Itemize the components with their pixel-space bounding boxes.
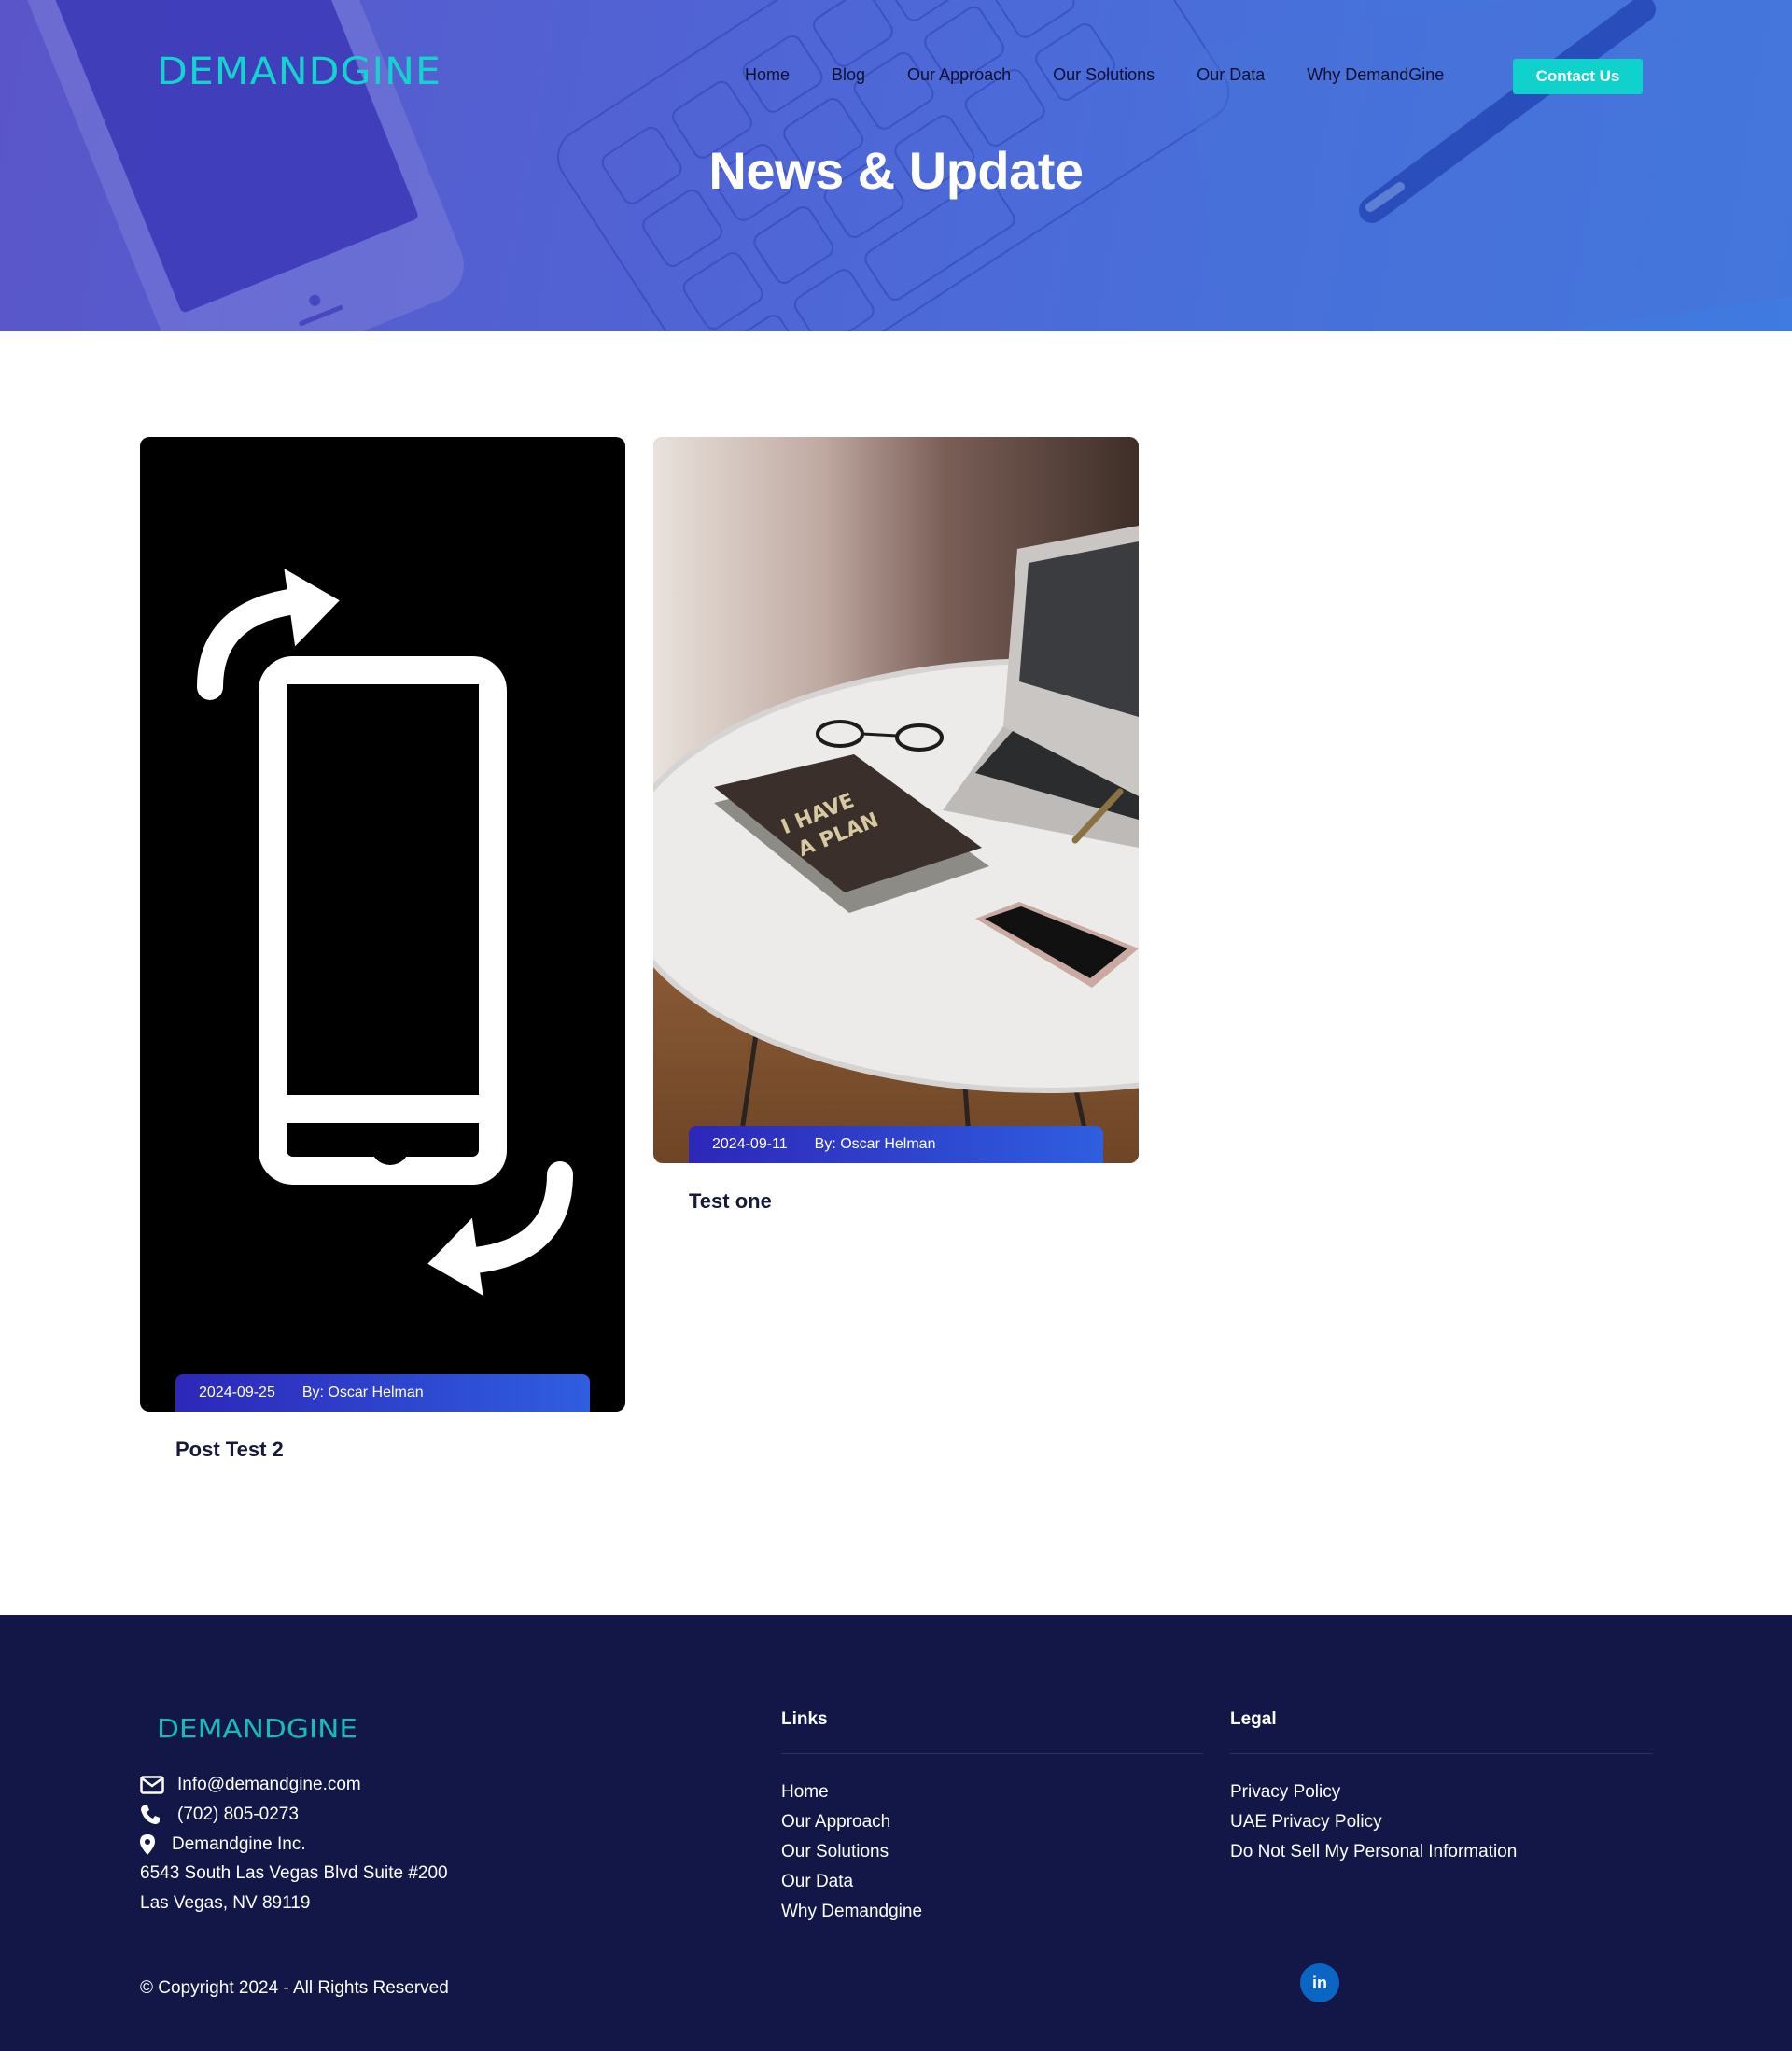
post-thumbnail[interactable] [140, 437, 625, 1412]
footer-address-line-2: Las Vegas, NV 89119 [140, 1893, 311, 1913]
footer-address-line-1: 6543 South Las Vegas Blvd Suite #200 [140, 1863, 448, 1883]
post-author: By: Oscar Helman [814, 1136, 936, 1152]
post-date: 2024-09-11 [712, 1136, 788, 1152]
nav-our-data[interactable]: Our Data [1197, 65, 1265, 85]
main-nav: Home Blog Our Approach Our Solutions Our… [745, 65, 1444, 85]
footer-link-our-solutions[interactable]: Our Solutions [781, 1837, 922, 1867]
phone-rotate-icon [197, 569, 573, 1296]
copyright-text: © Copyright 2024 - All Rights Reserved [140, 1978, 449, 1998]
footer-company: Demandgine Inc. [140, 1833, 306, 1856]
phone-icon [140, 1804, 166, 1826]
linkedin-icon[interactable]: in [1300, 1963, 1339, 2002]
post-card[interactable]: 2024-09-25 By: Oscar Helman Post Test 2 [140, 437, 625, 1464]
svg-text:DEMANDGINE: DEMANDGINE [157, 1714, 357, 1740]
links-divider [781, 1753, 1203, 1754]
legal-heading: Legal [1230, 1709, 1277, 1729]
footer-link-why-demandgine[interactable]: Why Demandgine [781, 1897, 922, 1927]
legal-list: Privacy Policy UAE Privacy Policy Do Not… [1230, 1777, 1517, 1867]
post-meta-bar: 2024-09-11 By: Oscar Helman [689, 1126, 1103, 1163]
envelope-icon [140, 1774, 166, 1796]
demandgine-logo[interactable]: DEMANDGINE [157, 52, 441, 90]
links-heading: Links [781, 1709, 828, 1729]
svg-text:DEMANDGINE: DEMANDGINE [157, 52, 441, 90]
footer-link-uae-privacy-policy[interactable]: UAE Privacy Policy [1230, 1807, 1517, 1837]
footer-link-home[interactable]: Home [781, 1777, 922, 1807]
page-title: News & Update [708, 141, 1084, 200]
footer-link-do-not-sell[interactable]: Do Not Sell My Personal Information [1230, 1837, 1517, 1867]
site-footer: DEMANDGINE Info@demandgine.com (702) 805… [0, 1615, 1792, 2051]
post-card[interactable]: I HAVE A PLAN 2024-09-11 By: Oscar Helma… [653, 437, 1139, 1230]
footer-email[interactable]: Info@demandgine.com [140, 1774, 361, 1796]
legal-divider [1230, 1753, 1652, 1754]
post-thumbnail[interactable]: I HAVE A PLAN [653, 437, 1139, 1163]
contact-us-button[interactable]: Contact Us [1513, 59, 1643, 94]
map-pin-icon [140, 1833, 161, 1856]
nav-our-approach[interactable]: Our Approach [907, 65, 1011, 85]
footer-email-text[interactable]: Info@demandgine.com [177, 1775, 361, 1795]
post-title[interactable]: Test one [689, 1189, 772, 1214]
links-list: Home Our Approach Our Solutions Our Data… [781, 1777, 922, 1927]
footer-phone[interactable]: (702) 805-0273 [140, 1804, 299, 1826]
post-title[interactable]: Post Test 2 [175, 1438, 284, 1462]
footer-phone-text[interactable]: (702) 805-0273 [177, 1805, 299, 1825]
footer-logo[interactable]: DEMANDGINE [157, 1714, 357, 1740]
footer-link-our-approach[interactable]: Our Approach [781, 1807, 922, 1837]
nav-home[interactable]: Home [745, 65, 790, 85]
hero-banner: DEMANDGINE Home Blog Our Approach Our So… [0, 0, 1792, 331]
post-meta-bar: 2024-09-25 By: Oscar Helman [175, 1374, 590, 1412]
desk-laptop-photo: I HAVE A PLAN [653, 437, 1139, 1163]
footer-link-privacy-policy[interactable]: Privacy Policy [1230, 1777, 1517, 1807]
nav-our-solutions[interactable]: Our Solutions [1053, 65, 1155, 85]
nav-blog[interactable]: Blog [832, 65, 865, 85]
post-date: 2024-09-25 [199, 1384, 275, 1400]
footer-link-our-data[interactable]: Our Data [781, 1867, 922, 1897]
nav-why-demandgine[interactable]: Why DemandGine [1307, 65, 1444, 85]
post-author: By: Oscar Helman [301, 1384, 424, 1400]
footer-company-text: Demandgine Inc. [172, 1834, 306, 1854]
